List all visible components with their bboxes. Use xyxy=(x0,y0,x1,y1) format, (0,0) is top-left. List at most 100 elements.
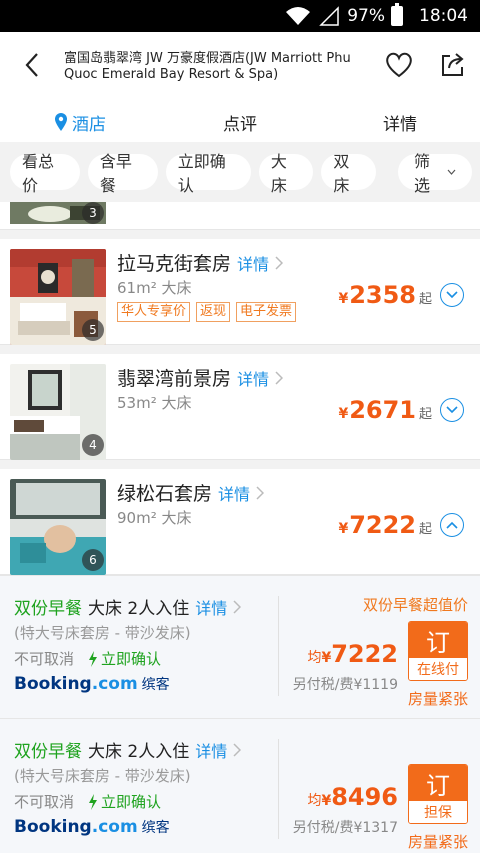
filter-king-bed[interactable]: 大床 xyxy=(258,152,314,195)
room-photo[interactable]: 6 xyxy=(10,479,106,575)
room-name: 翡翠湾前景房 xyxy=(117,368,232,390)
rate-detail-link[interactable]: 详情 xyxy=(195,595,227,619)
room-size-bed: 90m² 大床 xyxy=(117,509,192,527)
instant-confirm: 立即确认 xyxy=(101,793,162,811)
instant-confirm: 立即确认 xyxy=(101,650,162,668)
header: 富国岛翡翠湾 JW 万豪度假酒店(JW Marriott Phu Quoc Em… xyxy=(0,32,480,102)
battery-icon xyxy=(391,3,403,26)
room-list: 3 5 拉马克街套房 详情 61m² 大床 华人专享价 返现 电子发票 ¥ 23… xyxy=(0,202,480,853)
chevron-right-icon xyxy=(233,599,242,614)
provider: Booking.com 缤客 xyxy=(14,817,170,837)
room-detail-link[interactable]: 详情 xyxy=(237,251,269,275)
signal-icon xyxy=(319,6,339,26)
share-button[interactable] xyxy=(426,32,480,102)
room-name: 绿松石套房 xyxy=(117,483,213,505)
provider-cn: 缤客 xyxy=(141,820,170,836)
separator xyxy=(0,345,480,354)
book-button[interactable]: 订 在线付 xyxy=(408,621,468,681)
chevron-right-icon xyxy=(275,370,284,385)
chevron-up-icon xyxy=(446,521,458,529)
rate-plan[interactable]: 双份早餐 大床 2人入住 详情 (特大号床套房 - 带沙发床) 不可取消 立即确… xyxy=(0,575,480,718)
chevron-down-icon xyxy=(446,291,458,299)
favorite-button[interactable] xyxy=(372,32,426,102)
chevron-right-icon xyxy=(256,485,265,500)
filter-bar: 看总价 含早餐 立即确认 大床 双床 筛选 xyxy=(0,142,480,202)
filter-twin-bed[interactable]: 双床 xyxy=(321,152,376,195)
collapse-button[interactable] xyxy=(440,513,464,537)
room-photo[interactable]: 5 xyxy=(10,249,106,345)
room-type-note: (特大号床套房 - 带沙发床) xyxy=(14,624,191,642)
room-detail-link[interactable]: 详情 xyxy=(237,366,269,390)
bed-occupancy: 大床 2人入住 xyxy=(88,599,190,619)
chevron-left-icon xyxy=(24,52,40,82)
room-size-bed: 53m² 大床 xyxy=(117,394,192,412)
photo-count-badge: 3 xyxy=(82,202,104,224)
photo-count-badge: 6 xyxy=(82,549,104,571)
provider-cn: 缤客 xyxy=(141,677,170,693)
chevron-down-icon xyxy=(447,169,456,175)
expand-button[interactable] xyxy=(440,398,464,422)
divider xyxy=(278,739,279,839)
rate-detail-link[interactable]: 详情 xyxy=(195,738,227,762)
booking-logo: Booking.com xyxy=(14,674,138,694)
clock: 18:04 xyxy=(419,6,468,26)
room-name: 拉马克街套房 xyxy=(117,253,232,275)
room-photo[interactable]: 3 xyxy=(10,202,106,224)
divider xyxy=(278,596,279,696)
filter-total-price[interactable]: 看总价 xyxy=(10,152,80,195)
room-price: ¥ 2358 起 xyxy=(338,281,432,309)
bed-occupancy: 大床 2人入住 xyxy=(88,742,190,762)
rate-price: 均 ¥ 7222 xyxy=(307,640,398,668)
wifi-icon xyxy=(285,6,311,26)
room-photo[interactable]: 4 xyxy=(10,364,106,460)
location-pin-icon xyxy=(54,112,68,132)
room-detail-link[interactable]: 详情 xyxy=(218,481,250,505)
tab-bar: 酒店 点评 详情 xyxy=(0,102,480,142)
chevron-down-icon xyxy=(446,406,458,414)
room-row[interactable]: 6 绿松石套房 详情 90m² 大床 ¥ 7222 起 xyxy=(0,469,480,575)
room-price: ¥ 2671 起 xyxy=(338,396,432,424)
room-row-partial[interactable]: 3 xyxy=(0,202,480,230)
tab-hotel[interactable]: 酒店 xyxy=(0,102,160,142)
meal-plan: 双份早餐 xyxy=(14,599,82,619)
tag-cashback: 返现 xyxy=(196,302,231,322)
share-icon xyxy=(440,52,466,82)
photo-count-badge: 5 xyxy=(82,319,104,341)
tax-note: 另付税/费¥1317 xyxy=(292,820,398,836)
room-size-bed: 61m² 大床 xyxy=(117,279,192,297)
rate-plan[interactable]: 双份早餐 大床 2人入住 详情 (特大号床套房 - 带沙发床) 不可取消 立即确… xyxy=(0,718,480,853)
back-button[interactable] xyxy=(0,32,64,102)
tab-details[interactable]: 详情 xyxy=(320,102,480,142)
photo-count-badge: 4 xyxy=(82,434,104,456)
battery-percent: 97% xyxy=(347,6,385,26)
provider: Booking.com 缤客 xyxy=(14,674,170,694)
room-type-note: (特大号床套房 - 带沙发床) xyxy=(14,767,191,785)
status-bar: 97% 18:04 xyxy=(0,0,480,32)
heart-icon xyxy=(385,52,413,82)
tag-e-invoice: 电子发票 xyxy=(236,302,297,322)
filter-breakfast[interactable]: 含早餐 xyxy=(87,152,158,195)
promo-label: 双份早餐超值价 xyxy=(362,596,468,614)
booking-logo: Booking.com xyxy=(14,817,138,837)
meal-plan: 双份早餐 xyxy=(14,742,82,762)
chevron-right-icon xyxy=(233,742,242,757)
room-row[interactable]: 5 拉马克街套房 详情 61m² 大床 华人专享价 返现 电子发票 ¥ 2358… xyxy=(0,239,480,345)
room-row[interactable]: 4 翡翠湾前景房 详情 53m² 大床 ¥ 2671 起 xyxy=(0,354,480,460)
rate-price: 均 ¥ 8496 xyxy=(307,783,398,811)
lightning-icon xyxy=(88,793,98,810)
filter-instant-confirm[interactable]: 立即确认 xyxy=(165,152,251,195)
tax-note: 另付税/费¥1119 xyxy=(292,677,398,693)
tab-reviews[interactable]: 点评 xyxy=(160,102,320,142)
cancel-policy: 不可取消 xyxy=(14,650,75,668)
separator xyxy=(0,230,480,239)
book-button[interactable]: 订 担保 xyxy=(408,764,468,824)
lightning-icon xyxy=(88,650,98,667)
tag-chinese-price: 华人专享价 xyxy=(117,302,191,322)
chevron-right-icon xyxy=(275,255,284,270)
room-tags: 华人专享价 返现 电子发票 xyxy=(117,302,302,322)
room-price: ¥ 7222 起 xyxy=(338,511,432,539)
expand-button[interactable] xyxy=(440,283,464,307)
filter-more-button[interactable]: 筛选 xyxy=(397,152,472,195)
cancel-policy: 不可取消 xyxy=(14,793,75,811)
separator xyxy=(0,460,480,469)
